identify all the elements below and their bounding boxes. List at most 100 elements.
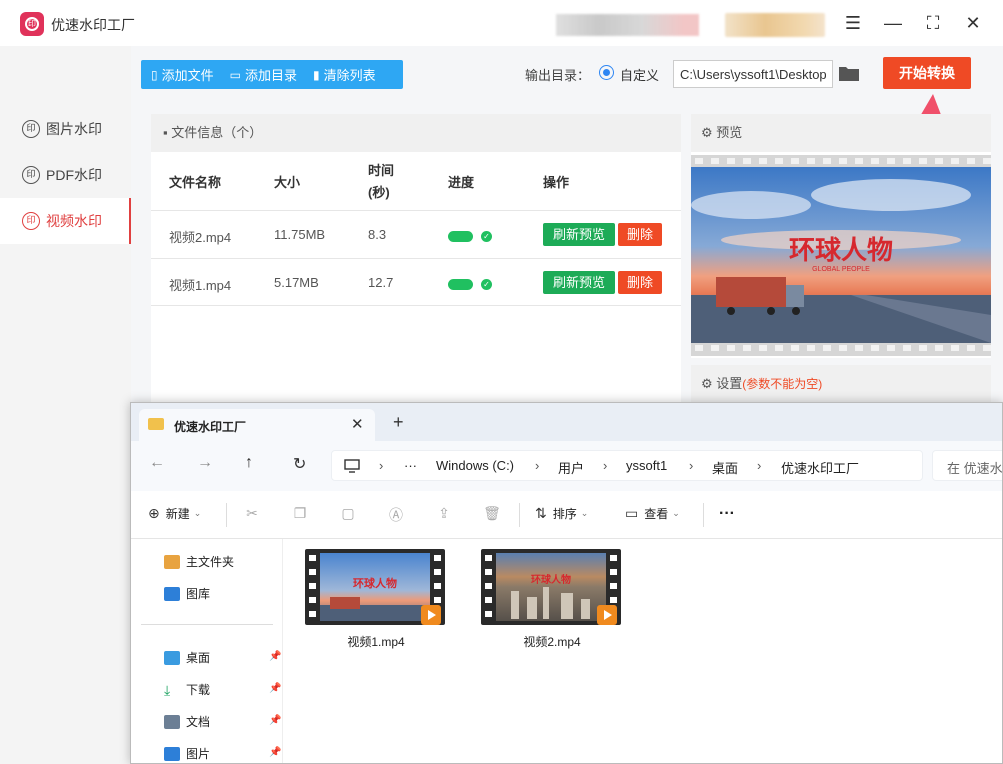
address-bar[interactable]: › ··· Windows (C:) › 用户 › yssoft1 › 桌面 ›… xyxy=(331,450,923,481)
up-icon[interactable]: ↑ xyxy=(245,454,253,472)
table-row: 视频2.mp4 11.75MB 8.3 ✓ 刷新预览 删除 xyxy=(151,210,681,258)
paste-icon[interactable]: ▢ xyxy=(339,505,357,523)
file-toolbar: ▯ 添加文件 ▭ 添加目录 ▮ 清除列表 xyxy=(141,60,403,89)
add-file-button[interactable]: ▯ 添加文件 xyxy=(151,65,214,84)
app-logo-icon: 印 xyxy=(20,12,44,36)
video-file-icon[interactable]: 环球人物 xyxy=(481,547,623,627)
file-size: 11.75MB xyxy=(274,227,326,242)
breadcrumb[interactable]: 优速水印工厂 xyxy=(781,458,859,477)
explorer-tab[interactable]: 优速水印工厂 ✕ xyxy=(139,409,375,441)
minimize-icon[interactable]: — xyxy=(881,11,905,35)
close-icon[interactable]: ✕ xyxy=(961,11,985,35)
col-size: 大小 xyxy=(274,175,301,190)
view-button[interactable]: ▭ 查看 ⌄ xyxy=(625,505,680,522)
progress-bar xyxy=(448,279,473,290)
sidebar-item-image-watermark[interactable]: 印 图片水印 xyxy=(0,106,131,152)
more-crumbs[interactable]: ··· xyxy=(404,458,417,473)
add-file-label: 添加文件 xyxy=(161,68,214,83)
progress-bar xyxy=(448,231,473,242)
refresh-preview-button[interactable]: 刷新预览 xyxy=(543,223,615,246)
file-panel-title: 文件信息（个） xyxy=(171,125,263,140)
add-dir-button[interactable]: ▭ 添加目录 xyxy=(230,65,297,84)
file-info-icon: ▪ xyxy=(163,125,172,140)
home-icon xyxy=(164,554,180,569)
breadcrumb[interactable]: yssoft1 xyxy=(626,458,667,473)
video-file-icon[interactable]: 环球人物 xyxy=(305,547,447,627)
file-name-label[interactable]: 视频2.mp4 xyxy=(481,633,623,650)
share-icon[interactable]: ⇪ xyxy=(435,505,453,523)
sidebar-item-label: 图片水印 xyxy=(46,121,102,137)
breadcrumb[interactable]: 桌面 xyxy=(712,458,738,477)
custom-output-label: 自定义 xyxy=(620,68,660,83)
preview-title: 预览 xyxy=(716,125,743,140)
clear-list-button[interactable]: ▮ 清除列表 xyxy=(313,65,376,84)
nav-item-label: 桌面 xyxy=(186,651,211,665)
blurred-account-badge xyxy=(725,13,825,37)
plus-circle-icon: ⊕ xyxy=(148,505,160,521)
open-folder-icon[interactable] xyxy=(838,64,860,82)
new-button[interactable]: ⊕ 新建 ⌄ xyxy=(148,505,201,522)
settings-warning: (参数不能为空) xyxy=(742,377,823,391)
nav-item-downloads[interactable]: ⤓ 下载 xyxy=(164,681,210,698)
nav-item-gallery[interactable]: 图库 xyxy=(164,585,210,602)
video-preview-frame: 环球人物 GLOBAL PEOPLE xyxy=(691,155,991,356)
delete-button[interactable]: 删除 xyxy=(618,223,662,246)
chevron-down-icon: ⌄ xyxy=(580,508,589,518)
maximize-icon[interactable]: ⛶ xyxy=(921,11,945,35)
sidebar-item-video-watermark[interactable]: 印 视频水印 xyxy=(0,198,131,244)
start-convert-button[interactable]: 开始转换 xyxy=(883,57,971,89)
download-icon: ⤓ xyxy=(164,681,171,698)
file-time: 8.3 xyxy=(368,227,387,242)
refresh-icon[interactable]: ↻ xyxy=(293,454,306,474)
sort-label: 排序 xyxy=(552,507,577,521)
sidebar-item-pdf-watermark[interactable]: 印 PDF水印 xyxy=(0,152,131,198)
nav-item-label: 图片 xyxy=(186,747,211,761)
refresh-preview-button[interactable]: 刷新预览 xyxy=(543,271,615,294)
custom-output-radio[interactable] xyxy=(599,65,614,80)
sort-button[interactable]: ⇅ 排序 ⌄ xyxy=(535,505,588,522)
output-dir-label: 输出目录： xyxy=(525,68,591,83)
sidebar-item-label: PDF水印 xyxy=(46,167,102,183)
nav-item-documents[interactable]: 文档 xyxy=(164,713,210,730)
explorer-tab-title: 优速水印工厂 xyxy=(174,420,247,434)
pin-icon[interactable]: 📌 xyxy=(269,683,281,694)
menu-icon[interactable]: ☰ xyxy=(841,11,865,35)
nav-item-desktop[interactable]: 桌面 xyxy=(164,649,210,666)
new-tab-button[interactable]: + xyxy=(393,412,404,433)
trash-icon: ▮ xyxy=(312,67,320,82)
breadcrumb[interactable]: 用户 xyxy=(558,458,584,477)
chevron-right-icon: › xyxy=(689,458,694,473)
computer-icon xyxy=(344,459,360,473)
close-tab-icon[interactable]: ✕ xyxy=(351,415,364,433)
nav-item-label: 文档 xyxy=(186,715,211,729)
new-label: 新建 xyxy=(165,507,190,521)
col-actions: 操作 xyxy=(543,175,570,190)
chevron-right-icon: › xyxy=(603,458,608,473)
chevron-down-icon: ⌄ xyxy=(193,508,202,518)
breadcrumb[interactable]: Windows (C:) xyxy=(436,458,514,473)
nav-item-pictures[interactable]: 图片 xyxy=(164,745,210,762)
file-name-label[interactable]: 视频1.mp4 xyxy=(305,633,447,650)
delete-icon[interactable]: 🗑 xyxy=(483,505,501,523)
cut-icon[interactable]: ✂ xyxy=(243,505,261,523)
search-input[interactable]: 在 优速水印工厂 中搜索 xyxy=(932,450,1002,481)
app-titlebar: 印 优速水印工厂 ☰ — ⛶ ✕ xyxy=(0,0,1003,46)
copy-icon[interactable]: ❐ xyxy=(291,505,309,523)
file-name: 视频2.mp4 xyxy=(169,230,232,245)
rename-icon[interactable]: Ⓐ xyxy=(387,505,405,523)
pin-icon[interactable]: 📌 xyxy=(269,651,281,662)
nav-item-home[interactable]: 主文件夹 xyxy=(164,553,234,570)
pin-icon[interactable]: 📌 xyxy=(269,715,281,726)
more-options-button[interactable]: ··· xyxy=(719,505,735,523)
output-path-input[interactable] xyxy=(673,60,833,88)
nav-item-label: 主文件夹 xyxy=(186,555,235,569)
preview-header: ⚙ 预览 xyxy=(691,114,991,152)
chevron-right-icon: › xyxy=(535,458,540,473)
document-icon xyxy=(164,714,180,729)
file-panel-header: ▪ 文件信息（个） xyxy=(151,114,681,152)
forward-icon[interactable]: → xyxy=(197,454,213,472)
explorer-navbar: ← → ↑ ↻ › ··· Windows (C:) › 用户 › yssoft… xyxy=(131,441,1002,491)
back-icon[interactable]: ← xyxy=(149,454,165,472)
pin-icon[interactable]: 📌 xyxy=(269,747,281,758)
delete-button[interactable]: 删除 xyxy=(618,271,662,294)
